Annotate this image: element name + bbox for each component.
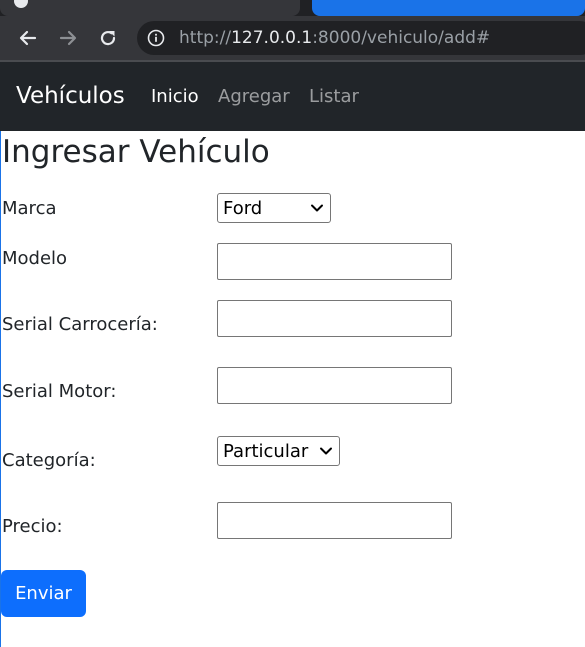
url-host: 127.0.0.1	[231, 28, 313, 48]
browser-tab-active[interactable]	[0, 0, 300, 16]
categoria-select[interactable]: Particular	[217, 436, 340, 466]
submit-button[interactable]: Enviar	[1, 570, 86, 617]
serial-carroceria-label: Serial Carrocería:	[2, 314, 158, 335]
marca-selected-value: Ford	[223, 197, 263, 219]
url-text: http://127.0.0.1:8000/vehiculo/add#	[179, 21, 490, 55]
serial-motor-input[interactable]	[217, 367, 452, 404]
categoria-selected-value: Particular	[223, 440, 309, 462]
back-arrow-icon	[19, 30, 37, 46]
modelo-label: Modelo	[2, 248, 68, 269]
reload-button[interactable]	[95, 24, 121, 52]
back-button[interactable]	[15, 24, 41, 52]
categoria-label: Categoría:	[2, 450, 96, 471]
browser-tab-other[interactable]	[312, 0, 585, 16]
address-bar[interactable]: http://127.0.0.1:8000/vehiculo/add#	[137, 21, 585, 55]
url-path: :8000/vehiculo/add#	[312, 28, 491, 48]
window-edge	[0, 131, 1, 647]
reload-icon	[100, 30, 116, 46]
nav-link-agregar[interactable]: Agregar	[218, 62, 290, 131]
chevron-down-icon	[320, 447, 332, 455]
marca-label: Marca	[2, 198, 57, 219]
browser-tab-strip	[0, 0, 585, 16]
nav-link-inicio[interactable]: Inicio	[151, 62, 199, 131]
tab-favicon-icon	[14, 0, 28, 8]
navbar-brand[interactable]: Vehículos	[16, 62, 125, 131]
info-icon[interactable]	[147, 29, 165, 47]
serial-motor-label: Serial Motor:	[2, 381, 117, 402]
forward-button[interactable]	[55, 24, 81, 52]
modelo-input[interactable]	[217, 243, 452, 280]
precio-label: Precio:	[2, 516, 63, 537]
url-scheme: http://	[179, 28, 232, 48]
chevron-down-icon	[311, 204, 323, 212]
app-navbar: Vehículos Inicio Agregar Listar	[0, 62, 585, 131]
precio-input[interactable]	[217, 502, 452, 539]
serial-carroceria-input[interactable]	[217, 300, 452, 337]
browser-toolbar: http://127.0.0.1:8000/vehiculo/add#	[0, 16, 585, 60]
page-title: Ingresar Vehículo	[2, 134, 270, 170]
marca-select[interactable]: Ford	[217, 193, 331, 223]
forward-arrow-icon	[59, 30, 77, 46]
nav-link-listar[interactable]: Listar	[309, 62, 359, 131]
